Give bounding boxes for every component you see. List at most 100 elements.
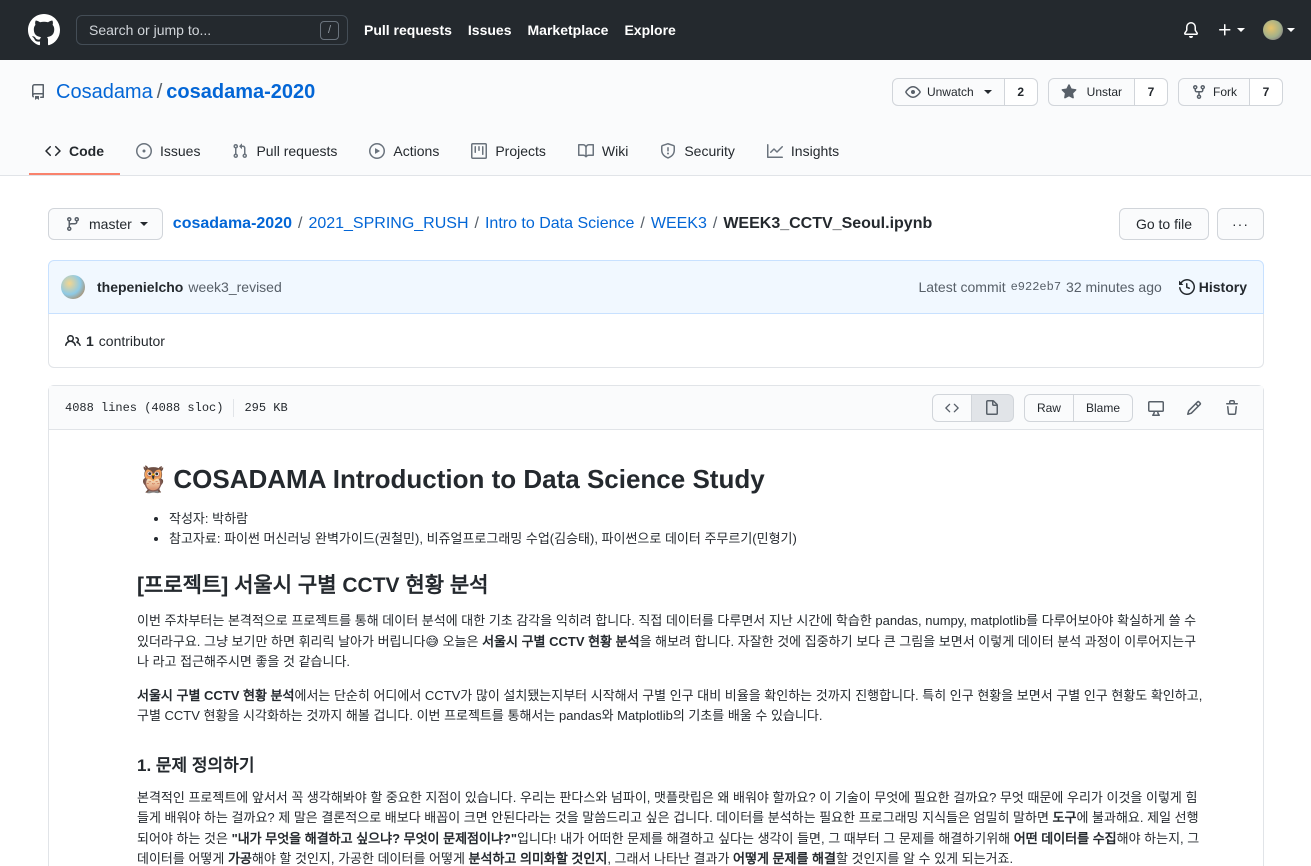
- tab-label: Insights: [790, 143, 840, 159]
- nav-pull-requests[interactable]: Pull requests: [364, 22, 452, 38]
- breadcrumb: cosadama-2020 / 2021_SPRING_RUSH / Intro…: [173, 215, 932, 233]
- tab-label: Actions: [393, 143, 440, 159]
- tab-actions[interactable]: Actions: [353, 129, 455, 175]
- delete-file-button[interactable]: [1217, 394, 1247, 422]
- paragraph-text: 입니다! 내가 어떠한 문제를 해결하고 싶다는 생각이 들면, 그 때부터 그…: [517, 830, 1014, 846]
- tab-label: Wiki: [601, 143, 629, 159]
- rendered-view-button[interactable]: [971, 393, 1014, 422]
- notebook-title-text: COSADAMA Introduction to Data Science St…: [173, 464, 765, 494]
- unwatch-button[interactable]: Unwatch: [891, 78, 1005, 106]
- scope-paragraph: 서울시 구별 CCTV 현황 분석에서는 단순히 어디에서 CCTV가 많이 설…: [137, 686, 1205, 727]
- paragraph-bold: "내가 무엇을 해결하고 싶으냐? 무엇이 문제점이냐?": [231, 830, 518, 846]
- paragraph-bold: 서울시 구별 CCTV 현황 분석: [482, 633, 640, 649]
- fork-count[interactable]: 7: [1250, 78, 1283, 106]
- tab-projects[interactable]: Projects: [455, 129, 562, 175]
- breadcrumb-folder[interactable]: WEEK3: [651, 215, 707, 233]
- repo-actions: Unwatch 2 Unstar 7 Fork 7: [891, 78, 1283, 106]
- edit-file-button[interactable]: [1179, 394, 1209, 422]
- unstar-button[interactable]: Unstar: [1047, 78, 1135, 106]
- tab-wiki[interactable]: Wiki: [562, 129, 644, 175]
- chevron-down-icon: [1237, 28, 1245, 32]
- tab-security[interactable]: Security: [644, 129, 751, 175]
- unwatch-label: Unwatch: [926, 85, 974, 99]
- fork-icon: [1193, 85, 1205, 100]
- bell-icon[interactable]: [1183, 22, 1199, 38]
- notebook-render: 🦉 COSADAMA Introduction to Data Science …: [49, 430, 1263, 866]
- unstar-label: Unstar: [1086, 85, 1122, 99]
- issue-icon: [136, 143, 152, 159]
- file-icon: [986, 399, 999, 415]
- repo-tabs: Code Issues Pull requests Actions Projec…: [0, 129, 1311, 175]
- commit-meta: Latest commit e922eb7 32 minutes ago His…: [918, 279, 1247, 295]
- avatar[interactable]: [61, 275, 85, 299]
- desktop-icon: [1148, 400, 1164, 416]
- latest-commit-label: Latest commit: [918, 279, 1006, 295]
- tab-label: Code: [69, 143, 104, 159]
- more-options-button[interactable]: ···: [1217, 208, 1264, 240]
- github-logo-icon[interactable]: [28, 14, 60, 46]
- create-new-menu[interactable]: [1217, 22, 1245, 38]
- breadcrumb-separator: /: [640, 215, 645, 232]
- search-placeholder: Search or jump to...: [89, 22, 212, 38]
- breadcrumb-repo[interactable]: cosadama-2020: [173, 215, 292, 233]
- notebook-meta-list: 작성자: 박하람 참고자료: 파이썬 머신러닝 완벽가이드(권철민), 비쥬얼프…: [169, 509, 1205, 549]
- tab-insights[interactable]: Insights: [751, 129, 855, 175]
- contributor-count: 1: [86, 332, 94, 349]
- owl-icon: 🦉: [137, 464, 170, 494]
- paragraph-bold: 어떻게 문제를 해결: [733, 851, 836, 866]
- eye-icon: [905, 86, 921, 98]
- global-nav: Pull requests Issues Marketplace Explore: [364, 22, 676, 38]
- nav-issues[interactable]: Issues: [468, 22, 512, 38]
- commit-sha-link[interactable]: e922eb7: [1011, 280, 1061, 294]
- file-header: 4088 lines (4088 sloc) 295 KB Raw Blame: [49, 386, 1263, 430]
- paragraph-bold: 가공: [227, 851, 252, 866]
- source-view-button[interactable]: [931, 393, 972, 422]
- repo-title-separator: /: [156, 80, 163, 103]
- nav-marketplace[interactable]: Marketplace: [528, 22, 609, 38]
- repo-icon: [31, 84, 44, 100]
- user-menu[interactable]: [1263, 20, 1295, 40]
- code-icon: [945, 403, 959, 412]
- branch-select-button[interactable]: master: [48, 208, 163, 240]
- open-desktop-button[interactable]: [1141, 394, 1171, 422]
- blame-button[interactable]: Blame: [1073, 393, 1133, 422]
- sweat-smile-icon: 😅: [425, 633, 439, 649]
- raw-button[interactable]: Raw: [1023, 393, 1074, 422]
- book-icon: [577, 143, 594, 158]
- breadcrumb-folder[interactable]: Intro to Data Science: [485, 215, 634, 233]
- intro-paragraph: 이번 주차부터는 본격적으로 프로젝트를 통해 데이터 분석에 대한 기초 감각…: [137, 611, 1205, 673]
- global-header: Search or jump to... / Pull requests Iss…: [0, 0, 1311, 60]
- go-to-file-button[interactable]: Go to file: [1118, 208, 1209, 240]
- notebook-title: 🦉 COSADAMA Introduction to Data Science …: [137, 464, 1205, 495]
- tab-label: Pull requests: [256, 143, 338, 159]
- paragraph-text: , 그래서 나타난 결과가: [607, 851, 734, 866]
- main-content: master cosadama-2020 / 2021_SPRING_RUSH …: [0, 208, 1311, 866]
- raw-blame-group: Raw Blame: [1023, 393, 1133, 422]
- commit-message-link[interactable]: week3_revised: [188, 279, 281, 295]
- tab-issues[interactable]: Issues: [120, 129, 216, 175]
- paragraph-text: 오늘은: [438, 633, 483, 649]
- star-count[interactable]: 7: [1135, 78, 1168, 106]
- paragraph-text: 해야 할 것인지, 가공한 데이터를 어떻게: [251, 851, 469, 866]
- list-item: 참고자료: 파이썬 머신러닝 완벽가이드(권철민), 비쥬얼프로그래밍 수업(김…: [169, 529, 1205, 549]
- paragraph-text: 본격적인 프로젝트에 앞서서 꼭 생각해봐야 할 중요한 지점이 있습니다. 우…: [137, 789, 1198, 826]
- search-input[interactable]: Search or jump to... /: [76, 15, 348, 45]
- history-link[interactable]: History: [1178, 279, 1247, 295]
- fork-button[interactable]: Fork: [1178, 78, 1250, 106]
- branch-name: master: [89, 216, 132, 232]
- tab-code[interactable]: Code: [29, 129, 120, 175]
- list-item: 작성자: 박하람: [169, 509, 1205, 529]
- tab-label: Projects: [495, 143, 546, 159]
- commit-author-link[interactable]: thepenielcho: [97, 279, 183, 295]
- repo-name-link[interactable]: cosadama-2020: [166, 81, 315, 104]
- contributor-label[interactable]: contributor: [99, 333, 165, 349]
- repo-owner-link[interactable]: Cosadama: [56, 81, 153, 104]
- file-viewer: 4088 lines (4088 sloc) 295 KB Raw Blame: [48, 385, 1264, 866]
- nav-explore[interactable]: Explore: [624, 22, 675, 38]
- chevron-down-icon: [1287, 28, 1295, 32]
- tab-pull-requests[interactable]: Pull requests: [216, 129, 353, 175]
- breadcrumb-folder[interactable]: 2021_SPRING_RUSH: [308, 215, 468, 233]
- watch-button-group: Unwatch 2: [891, 78, 1038, 106]
- branch-icon: [66, 217, 79, 232]
- watch-count[interactable]: 2: [1004, 78, 1038, 106]
